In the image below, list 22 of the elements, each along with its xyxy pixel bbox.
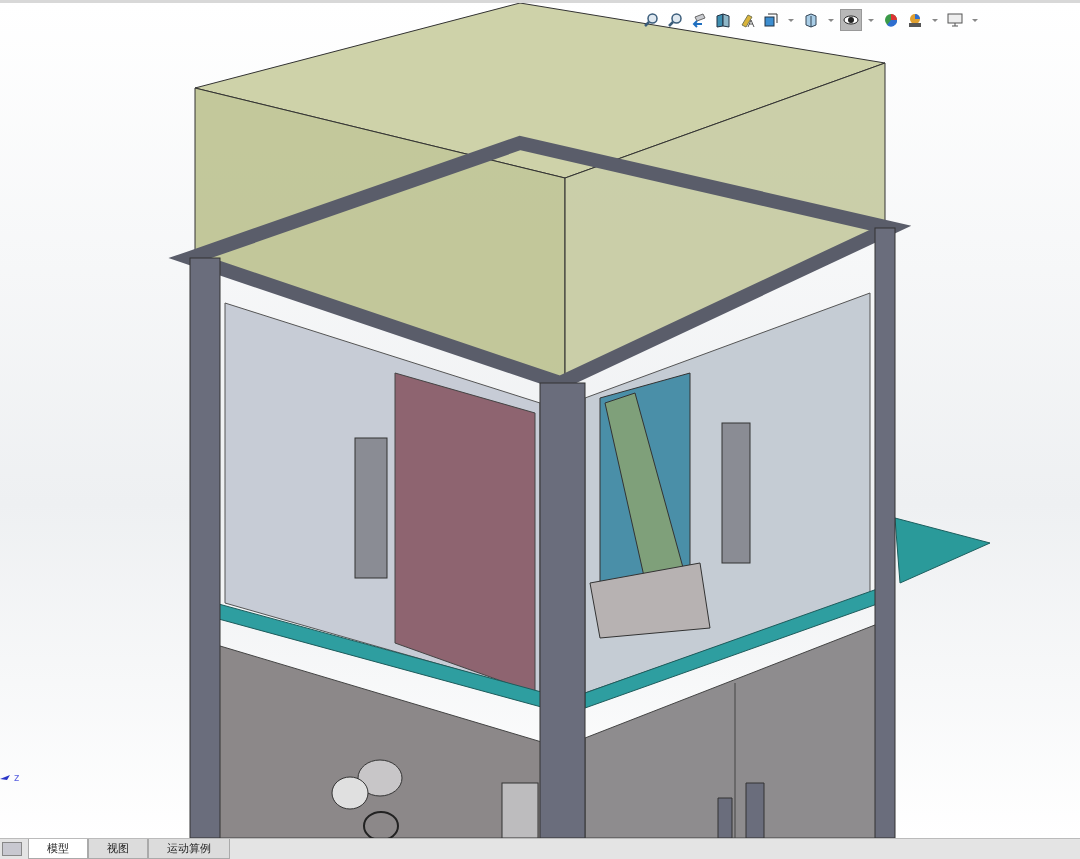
eye-icon	[843, 12, 859, 28]
back-arrow-icon	[691, 12, 707, 28]
color-ball-icon	[883, 12, 899, 28]
cut-block-icon	[715, 12, 731, 28]
pencil-letter-icon	[739, 12, 755, 28]
axis-label: z	[14, 773, 20, 783]
magnifier-icon	[643, 12, 659, 28]
document-tab[interactable]: 运动算例	[148, 839, 230, 859]
cube-icon	[763, 12, 779, 28]
magnifier-icon	[667, 12, 683, 28]
dropdown-arrow-icon[interactable]	[972, 18, 978, 22]
dropdown-arrow-icon[interactable]	[828, 18, 834, 22]
shaded-box-icon	[803, 12, 819, 28]
scene-ball-icon	[907, 12, 923, 28]
dropdown-arrow-icon[interactable]	[788, 18, 794, 22]
dropdown-arrow-icon[interactable]	[932, 18, 938, 22]
axis-triad-icon	[0, 773, 12, 781]
monitor-icon	[947, 12, 963, 28]
document-tab[interactable]: 视图	[88, 839, 148, 859]
hide-show-button[interactable]	[840, 9, 862, 31]
dropdown-arrow-icon[interactable]	[868, 18, 874, 22]
document-tab[interactable]: 模型	[28, 839, 88, 859]
